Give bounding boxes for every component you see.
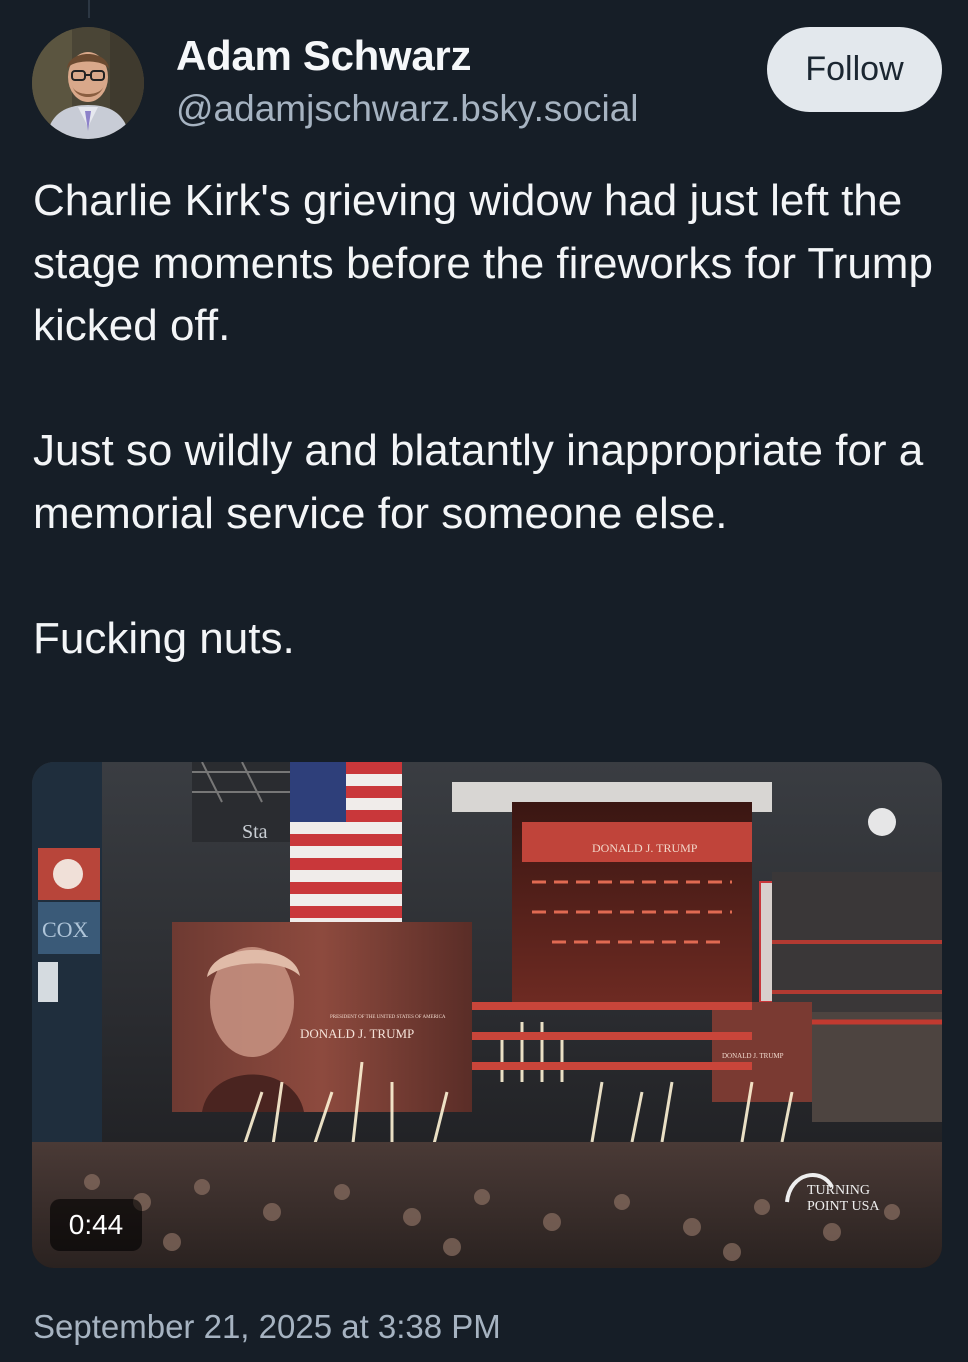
author-handle[interactable]: @adamjschwarz.bsky.social xyxy=(176,88,639,130)
watermark-line2: POINT USA xyxy=(807,1199,880,1214)
post-paragraph: Just so wildly and blatantly inappropria… xyxy=(33,426,924,538)
post-timestamp[interactable]: September 21, 2025 at 3:38 PM xyxy=(33,1308,501,1346)
avatar-photo xyxy=(32,27,144,139)
us-flag xyxy=(290,762,402,922)
cox-sign: COX xyxy=(42,917,89,942)
author-avatar[interactable] xyxy=(32,27,144,139)
post-paragraph: Charlie Kirk's grieving widow had just l… xyxy=(33,176,933,350)
stage-banner-text: DONALD J. TRUMP xyxy=(592,841,698,855)
follow-button[interactable]: Follow xyxy=(767,27,942,112)
video-duration-badge: 0:44 xyxy=(50,1199,142,1251)
video-player[interactable]: COX Sta DONALD J. TRUMP PRESIDENT OF THE… xyxy=(32,762,942,1268)
screen-right-text: DONALD J. TRUMP xyxy=(722,1052,784,1060)
post-text: Charlie Kirk's grieving widow had just l… xyxy=(33,170,953,670)
stadium-sign: Sta xyxy=(242,821,268,843)
trump-screen-left: PRESIDENT OF THE UNITED STATES OF AMERIC… xyxy=(172,922,472,1112)
author-name[interactable]: Adam Schwarz xyxy=(176,32,471,80)
screen-small-title: PRESIDENT OF THE UNITED STATES OF AMERIC… xyxy=(330,1015,446,1020)
thread-connector-line xyxy=(88,0,90,18)
watermark-line1: TURNING xyxy=(807,1183,870,1198)
screen-name-text: DONALD J. TRUMP xyxy=(300,1026,414,1041)
video-thumbnail: COX Sta DONALD J. TRUMP PRESIDENT OF THE… xyxy=(32,762,942,1268)
post-paragraph: Fucking nuts. xyxy=(33,613,295,663)
